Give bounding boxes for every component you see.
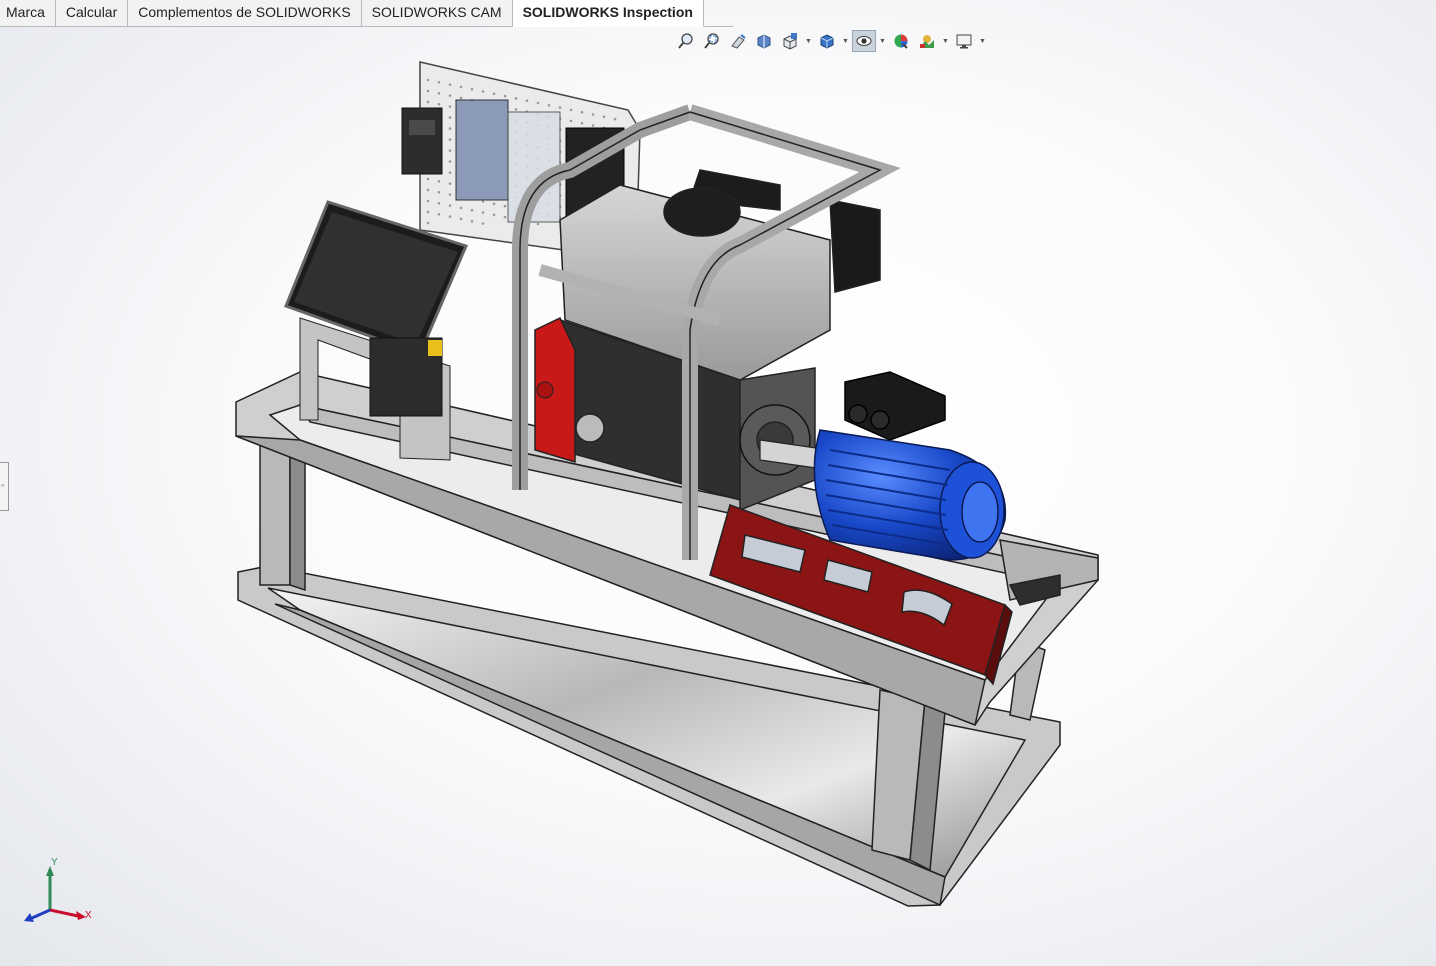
z-axis-arrow — [31, 908, 51, 920]
pegboard-hole — [492, 213, 496, 217]
pegboard-hole — [481, 200, 485, 203]
pegboard-hole — [426, 177, 430, 181]
x-axis-label: X — [85, 910, 92, 921]
pegboard-hole — [470, 208, 474, 212]
pegboard-hole — [547, 104, 551, 107]
pegboard-hole — [536, 222, 540, 226]
pegboard-hole — [558, 106, 562, 109]
pegboard-hole — [426, 210, 430, 214]
pegboard-hole — [426, 78, 430, 82]
pegboard-hole — [437, 213, 441, 216]
pegboard-hole — [426, 89, 430, 93]
pegboard-hole — [514, 97, 518, 100]
pegboard-hole — [580, 121, 584, 125]
pegboard-hole — [426, 188, 430, 192]
pegboard-hole — [448, 204, 452, 207]
pegboard-hole — [503, 215, 507, 219]
pegboard-hole — [459, 96, 463, 100]
pegboard-hole — [602, 115, 606, 119]
pegboard-hole — [448, 149, 452, 152]
pegboard-hole — [459, 85, 463, 89]
pegboard-hole — [459, 217, 463, 221]
pegboard-hole — [426, 100, 430, 104]
pegboard-hole — [448, 193, 452, 196]
pegboard-hole — [448, 182, 452, 185]
pegboard-hole — [437, 180, 441, 183]
pegboard-hole — [569, 119, 573, 123]
pegboard-hole — [448, 83, 452, 86]
pegboard-hole — [437, 81, 441, 84]
pegboard-hole — [448, 116, 452, 119]
pegboard-hole — [437, 202, 441, 205]
pegboard-hole — [437, 92, 441, 95]
pegboard-hole — [426, 221, 430, 225]
pegboard-hole — [569, 108, 573, 112]
pegboard-hole — [492, 92, 496, 96]
pegboard-hole — [437, 191, 441, 194]
pegboard-hole — [591, 113, 595, 116]
y-axis-label: Y — [51, 857, 58, 868]
pegboard-hole — [525, 99, 529, 102]
pegboard-hole — [448, 94, 452, 97]
pegboard-hole — [448, 138, 452, 141]
pegboard-hole — [448, 171, 452, 174]
pegboard-hole — [448, 160, 452, 163]
pegboard-hole — [580, 110, 584, 114]
pegboard-hole — [481, 222, 485, 225]
pegboard-hole — [426, 199, 430, 203]
x-axis-arrow — [49, 908, 79, 918]
electric-motor — [813, 371, 1007, 561]
pegboard-hole — [591, 124, 595, 127]
pegboard-hole — [613, 117, 617, 121]
pegboard-hole — [481, 211, 485, 214]
pegboard-hole — [503, 204, 507, 208]
pegboard-hole — [448, 127, 452, 130]
pegboard-hole — [492, 202, 496, 206]
pegboard-hole — [448, 105, 452, 108]
pegboard-hole — [470, 87, 474, 91]
pegboard-hole — [448, 215, 452, 218]
pegboard-hole — [481, 90, 485, 93]
pegboard-hole — [503, 94, 507, 98]
model-graphics-area[interactable] — [0, 0, 1436, 966]
pegboard-hole — [536, 101, 540, 105]
pegboard-hole — [437, 103, 441, 106]
coordinate-triad: Y X — [24, 857, 92, 922]
engine-red-cover — [534, 316, 576, 464]
pegboard-hole — [470, 219, 474, 223]
pegboard-hole — [459, 206, 463, 210]
pegboard-hole — [514, 108, 518, 111]
